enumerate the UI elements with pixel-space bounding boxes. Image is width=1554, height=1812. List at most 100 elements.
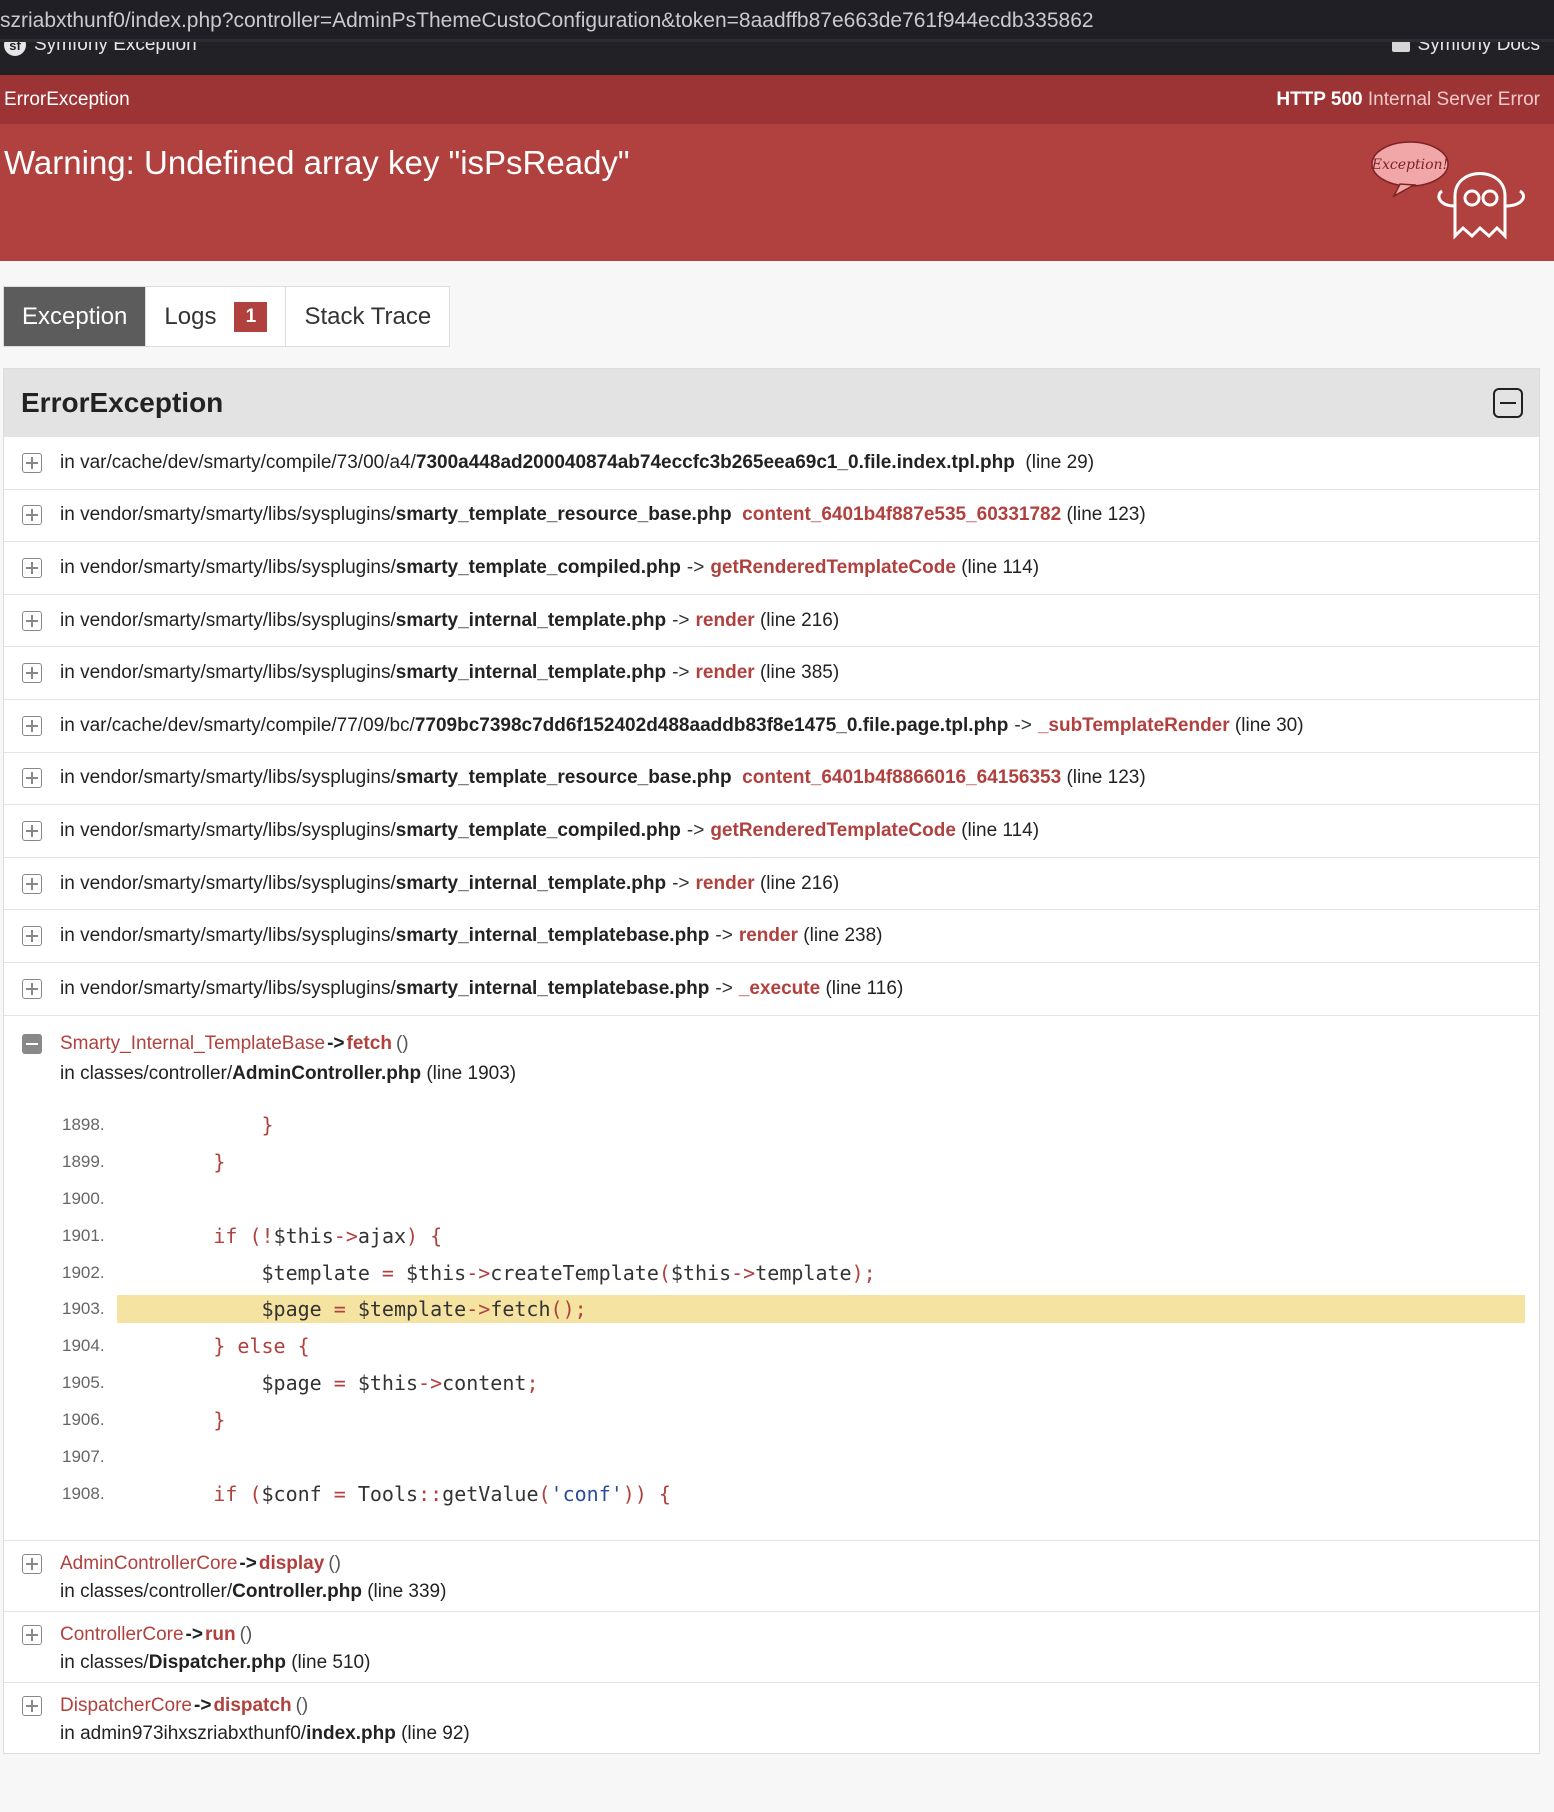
frame-file-prefix: in classes/controller/ [60, 1062, 233, 1084]
expand-frame-icon[interactable] [22, 873, 42, 894]
collapse-frame-icon[interactable] [22, 1033, 42, 1054]
trace-panel: ErrorException in var/cache/dev/smarty/c… [3, 368, 1540, 1755]
tab-exception[interactable]: Exception [4, 287, 147, 346]
trace-arrow: -> [686, 556, 705, 578]
frame-file-name[interactable]: Controller.php [232, 1581, 362, 1602]
call-frame-header: ControllerCore -> run() [22, 1620, 1539, 1650]
tab-logs[interactable]: Logs 1 [146, 287, 287, 346]
trace-file-name[interactable]: smarty_template_resource_base.php [396, 504, 732, 526]
tab-exception-label: Exception [22, 302, 128, 330]
trace-function: render [695, 662, 755, 684]
code-line: 1901. if (!$this->ajax) { [22, 1217, 1525, 1254]
trace-line-number: (line 216) [759, 872, 840, 894]
frame-class: AdminControllerCore [60, 1553, 238, 1575]
trace-line-number: (line 385) [759, 662, 840, 684]
code-line: 1908. if ($conf = Tools::getValue('conf'… [22, 1475, 1525, 1512]
frame-parens: () [295, 1695, 309, 1717]
trace-arrow: -> [672, 609, 690, 631]
expand-frame-icon[interactable] [22, 557, 42, 578]
frame-line-number: (line 339) [367, 1581, 447, 1603]
frame-file-name[interactable]: AdminController.php [232, 1063, 421, 1084]
trace-file-name[interactable]: 7300a448ad200040874ab74eccfc3b265eea69c1… [416, 452, 1015, 474]
code-line: 1898. } [22, 1107, 1525, 1144]
exception-header: Warning: Undefined array key "isPsReady"… [0, 124, 1554, 261]
url-bar[interactable]: szriabxthunf0/index.php?controller=Admin… [0, 0, 1554, 42]
trace-function: getRenderedTemplateCode [710, 819, 956, 841]
trace-line-number: (line 114) [961, 556, 1040, 578]
frame-file-name[interactable]: index.php [306, 1723, 396, 1744]
frame-function: display [258, 1553, 325, 1575]
trace-row: in vendor/smarty/smarty/libs/sysplugins/… [4, 856, 1539, 910]
code-source: if (!$this->ajax) { [213, 1223, 443, 1248]
code-line-number: 1908. [62, 1483, 105, 1503]
trace-arrow: -> [715, 977, 733, 999]
trace-arrow: -> [686, 819, 705, 841]
trace-file-name[interactable]: smarty_template_compiled.php [396, 820, 681, 842]
expand-frame-icon[interactable] [22, 926, 42, 947]
expand-frame-icon[interactable] [22, 820, 42, 841]
trace-file-prefix: in var/cache/dev/smarty/compile/73/00/a4… [60, 451, 416, 473]
collapse-icon[interactable] [1493, 387, 1523, 418]
frame-function: fetch [346, 1032, 392, 1054]
frame-line-number: (line 1903) [426, 1062, 517, 1084]
frame-arrow: -> [327, 1032, 345, 1054]
code-source: if ($conf = Tools::getValue('conf')) { [213, 1481, 671, 1506]
trace-function: render [695, 609, 755, 631]
trace-file-name[interactable]: smarty_internal_template.php [396, 662, 666, 684]
code-line-number: 1906. [62, 1410, 105, 1430]
code-line: 1900. [22, 1180, 1525, 1217]
trace-file-name[interactable]: smarty_template_resource_base.php [396, 767, 732, 789]
trace-file-name[interactable]: smarty_template_compiled.php [396, 557, 681, 579]
trace-row: in vendor/smarty/smarty/libs/sysplugins/… [4, 488, 1539, 542]
code-source: $page = $template->fetch(); [117, 1295, 1525, 1324]
trace-function: render [695, 872, 755, 894]
code-line: 1905. $page = $this->content; [22, 1365, 1525, 1402]
trace-file-name[interactable]: 7709bc7398c7dd6f152402d488aaddb83f8e1475… [415, 715, 1009, 737]
expand-frame-icon[interactable] [22, 978, 42, 999]
trace-file-prefix: in vendor/smarty/smarty/libs/sysplugins/ [60, 925, 396, 947]
trace-function: getRenderedTemplateCode [710, 556, 956, 578]
code-line-highlighted: 1903. $page = $template->fetch(); [22, 1291, 1525, 1328]
exception-class: ErrorException [4, 88, 130, 110]
frame-function: run [204, 1624, 236, 1646]
frame-parens: () [395, 1032, 409, 1054]
trace-file-prefix: in vendor/smarty/smarty/libs/sysplugins/ [60, 872, 396, 894]
trace-row: in vendor/smarty/smarty/libs/sysplugins/… [4, 646, 1539, 699]
expand-frame-icon[interactable] [22, 715, 42, 736]
expand-frame-icon[interactable] [22, 505, 42, 526]
frame-file-name[interactable]: Dispatcher.php [149, 1652, 286, 1673]
expand-frame-icon[interactable] [22, 610, 42, 631]
code-source: } [261, 1112, 274, 1137]
trace-line-number: (line 29) [1025, 451, 1095, 473]
expand-frame-icon[interactable] [22, 1696, 42, 1717]
frame-file-prefix: in classes/ [60, 1652, 149, 1674]
trace-line-number: (line 216) [759, 609, 840, 631]
trace-file-name[interactable]: smarty_internal_templatebase.php [396, 925, 710, 947]
tab-stack-trace-label: Stack Trace [304, 302, 432, 330]
trace-file-name[interactable]: smarty_internal_templatebase.php [396, 978, 710, 1000]
trace-row: in vendor/smarty/smarty/libs/sysplugins/… [4, 593, 1539, 647]
expand-frame-icon[interactable] [22, 1554, 42, 1575]
code-line: 1904. } else { [22, 1328, 1525, 1365]
expand-frame-icon[interactable] [22, 1625, 42, 1646]
symfony-exception-link[interactable]: sf Symfony Exception [4, 42, 197, 56]
expand-frame-icon[interactable] [22, 768, 42, 789]
call-frame-location: in classes/Dispatcher.php (line 510) [22, 1650, 1539, 1676]
code-source [117, 1443, 1525, 1471]
trace-row: in vendor/smarty/smarty/libs/sysplugins/… [4, 961, 1539, 1015]
frame-file-prefix: in admin973ihxszriabxthunf0/ [60, 1723, 307, 1745]
trace-line-number: (line 30) [1234, 714, 1304, 736]
trace-file-prefix: in vendor/smarty/smarty/libs/sysplugins/ [60, 977, 396, 999]
trace-line-number: (line 114) [961, 819, 1040, 841]
trace-file-name[interactable]: smarty_internal_template.php [396, 873, 666, 895]
trace-function: _execute [738, 977, 821, 999]
trace-function: render [738, 925, 798, 947]
trace-arrow: -> [672, 872, 690, 894]
expand-frame-icon[interactable] [22, 663, 42, 684]
tab-stack-trace[interactable]: Stack Trace [286, 287, 450, 346]
trace-list: in var/cache/dev/smarty/compile/73/00/a4… [4, 436, 1539, 1015]
expand-frame-icon[interactable] [22, 452, 42, 473]
trace-file-name[interactable]: smarty_internal_template.php [396, 610, 666, 632]
trace-function: content_6401b4f8866016_64156353 [742, 767, 1062, 789]
symfony-docs-link[interactable]: Symfony Docs [1391, 42, 1540, 56]
